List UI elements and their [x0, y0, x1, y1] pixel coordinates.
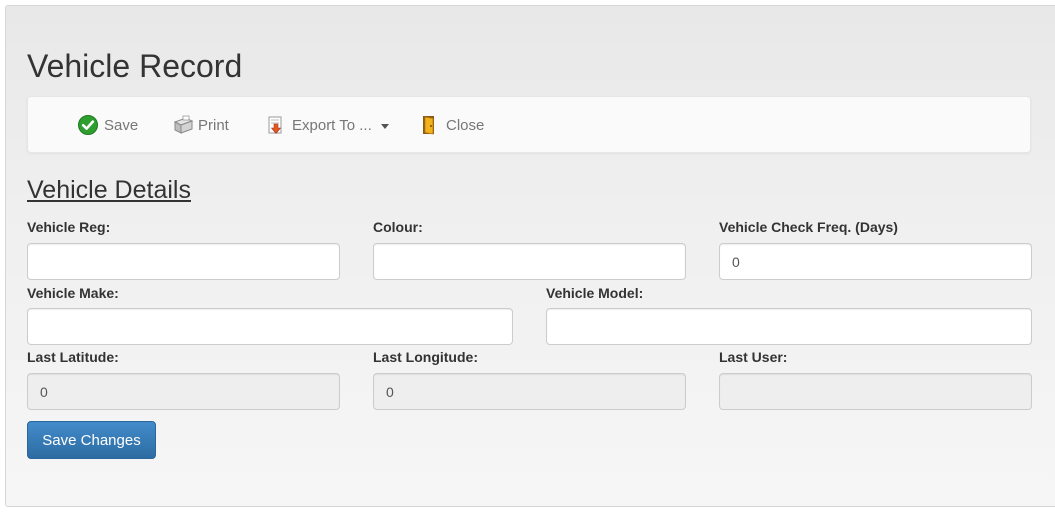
- colour-input[interactable]: [373, 243, 686, 280]
- print-toolbar-button[interactable]: Print: [172, 114, 229, 136]
- page-title: Vehicle Record: [27, 48, 243, 84]
- printer-icon: [172, 115, 194, 135]
- chevron-down-icon: [380, 123, 389, 129]
- close-label: Close: [446, 116, 485, 134]
- check-freq-label: Vehicle Check Freq. (Days): [719, 219, 898, 235]
- save-toolbar-button[interactable]: Save: [78, 114, 138, 136]
- check-circle-icon: [78, 115, 98, 135]
- last-longitude-input: [373, 373, 686, 410]
- last-latitude-label: Last Latitude:: [27, 349, 119, 365]
- toolbar: Save Print Export To ... Close: [27, 96, 1031, 153]
- save-changes-button[interactable]: Save Changes: [27, 421, 156, 459]
- vehicle-make-input[interactable]: [27, 308, 513, 345]
- close-toolbar-button[interactable]: Close: [420, 114, 484, 136]
- print-label: Print: [198, 116, 229, 134]
- export-dropdown-button[interactable]: Export To ...: [266, 114, 389, 136]
- section-title: Vehicle Details: [27, 176, 191, 204]
- last-user-input: [719, 373, 1032, 410]
- vehicle-make-label: Vehicle Make:: [27, 285, 119, 301]
- vehicle-model-label: Vehicle Model:: [546, 285, 644, 301]
- vehicle-model-input[interactable]: [546, 308, 1032, 345]
- vehicle-reg-input[interactable]: [27, 243, 340, 280]
- last-user-label: Last User:: [719, 349, 788, 365]
- vehicle-reg-label: Vehicle Reg:: [27, 219, 111, 235]
- last-latitude-input: [27, 373, 340, 410]
- door-exit-icon: [420, 115, 440, 135]
- colour-label: Colour:: [373, 219, 423, 235]
- check-freq-input[interactable]: [719, 243, 1032, 280]
- save-label: Save: [104, 116, 139, 134]
- export-label: Export To ...: [292, 116, 372, 134]
- last-longitude-label: Last Longitude:: [373, 349, 478, 365]
- export-document-icon: [266, 115, 286, 135]
